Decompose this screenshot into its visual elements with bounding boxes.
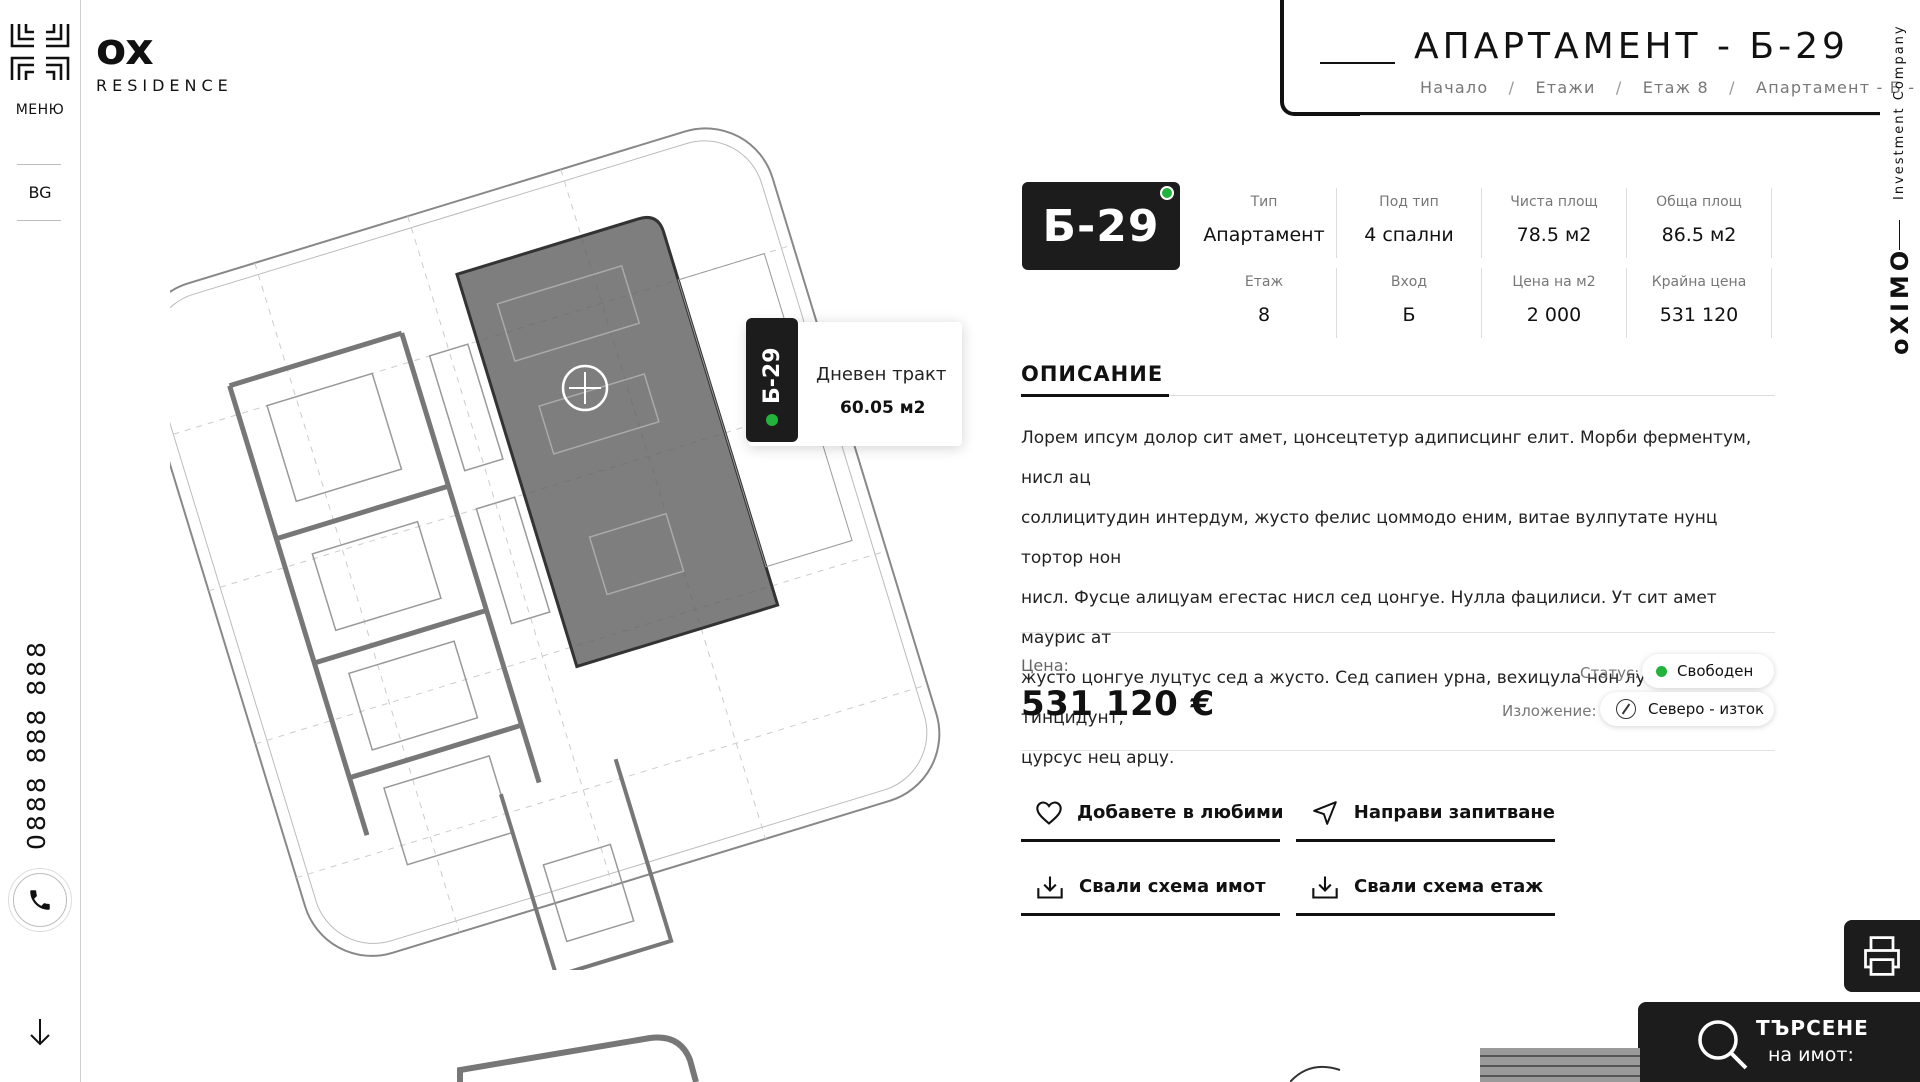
description-line: соллицитудин интердум, жусто фелис цоммо… — [1021, 508, 1718, 568]
price-label: Цена: — [1021, 656, 1069, 675]
page-title: АПАРТАМЕНТ - Б-29 — [1414, 26, 1849, 67]
breadcrumb: Начало / Етажи / Етаж 8 / Апартамент - Б… — [1414, 78, 1920, 97]
description-underline — [1021, 394, 1169, 397]
search-subtitle: на имот: — [1768, 1044, 1854, 1066]
sidebar-divider — [17, 220, 61, 221]
breadcrumb-home[interactable]: Начало — [1420, 78, 1488, 97]
building-image-preview — [1290, 1048, 1640, 1082]
add-to-favorites-button[interactable]: Добавете в любими — [1021, 786, 1284, 842]
orientation-value: Северо - изток — [1648, 700, 1765, 718]
scroll-down-arrow-icon[interactable] — [24, 1016, 56, 1048]
menu-button[interactable]: МЕНЮ — [0, 102, 80, 118]
description-line: нисл. Фусце алицуам егестас нисл сед цон… — [1021, 588, 1717, 648]
spec-total-area: Обща площ 86.5 м2 — [1627, 188, 1772, 258]
sidebar: МЕНЮ BG 0888 888 888 — [0, 0, 81, 1082]
spec-type: Тип Апартамент — [1192, 188, 1337, 258]
breadcrumb-separator: / — [1508, 78, 1516, 97]
send-inquiry-label: Направи запитване — [1353, 802, 1555, 823]
spec-label: Чиста площ — [1510, 194, 1598, 210]
compass-icon — [1616, 699, 1636, 719]
search-title: ТЪРСЕНЕ — [1756, 1016, 1869, 1040]
spec-label: Крайна цена — [1651, 274, 1747, 290]
price-value: 531 120 € — [1021, 684, 1215, 724]
breadcrumb-separator: / — [1615, 78, 1623, 97]
orientation-badge: Северо - изток — [1600, 692, 1774, 726]
divider — [1021, 632, 1775, 633]
spec-value: 8 — [1257, 304, 1271, 326]
spec-value: 4 спални — [1364, 224, 1454, 246]
download-floor-plan-label: Свали схема етаж — [1354, 876, 1544, 897]
brand-logo[interactable]: ox RESIDENCE — [96, 24, 233, 96]
add-to-favorites-label: Добавете в любими — [1077, 802, 1284, 823]
spec-label: Тип — [1250, 194, 1278, 210]
status-label: Статус: — [1580, 664, 1640, 682]
spec-final-price: Крайна цена 531 120 — [1627, 268, 1772, 338]
spec-label: Вход — [1390, 274, 1428, 290]
send-inquiry-button[interactable]: Направи запитване — [1296, 786, 1555, 842]
phone-icon — [30, 890, 50, 910]
menu-logo-icon[interactable] — [8, 20, 72, 84]
property-search-button[interactable]: ТЪРСЕНЕ на имот: — [1638, 1002, 1920, 1082]
download-unit-plan-label: Свали схема имот — [1079, 876, 1266, 897]
floor-plan[interactable] — [170, 120, 990, 970]
orientation-label: Изложение: — [1502, 702, 1597, 720]
download-floor-plan-button[interactable]: Свали схема етаж — [1296, 860, 1555, 916]
spec-net-area: Чиста площ 78.5 м2 — [1482, 188, 1627, 258]
availability-dot — [1160, 186, 1174, 200]
room-tooltip: Б-29 Дневен тракт 60.05 м2 — [746, 318, 962, 446]
heart-icon — [1035, 799, 1063, 827]
spec-price-per-m2: Цена на м2 2 000 — [1482, 268, 1627, 338]
status-value: Свободен — [1677, 662, 1754, 680]
spec-value: Б — [1402, 304, 1416, 326]
spec-subtype: Под тип 4 спални — [1337, 188, 1482, 258]
download-unit-plan-button[interactable]: Свали схема имот — [1021, 860, 1280, 916]
spec-label: Под тип — [1379, 194, 1439, 210]
download-icon — [1310, 873, 1340, 901]
spec-value: 86.5 м2 — [1661, 224, 1737, 246]
tooltip-unit-tag: Б-29 — [746, 318, 798, 442]
send-arrow-icon — [1310, 799, 1340, 827]
search-icon — [1698, 1020, 1748, 1070]
description-divider — [1169, 395, 1775, 396]
tooltip-unit-label: Б-29 — [760, 347, 785, 404]
unit-code: Б-29 — [1042, 200, 1160, 252]
language-switch[interactable]: BG — [0, 183, 80, 202]
spec-value: Апартамент — [1203, 224, 1325, 246]
spec-label: Обща площ — [1656, 194, 1742, 210]
description-line: Лорем ипсум долор сит амет, цонсецтетур … — [1021, 428, 1752, 488]
unit-badge: Б-29 — [1022, 182, 1180, 270]
print-button[interactable] — [1844, 920, 1920, 992]
spec-label: Цена на м2 — [1512, 274, 1596, 290]
tooltip-room-name: Дневен тракт — [816, 364, 947, 385]
sidebar-divider — [17, 164, 61, 165]
status-dot-icon — [1656, 665, 1667, 677]
printer-icon — [1864, 936, 1900, 976]
company-tagline: Investment Company — [1892, 24, 1907, 200]
room-selector-icon — [561, 364, 609, 412]
spec-entrance: Вход Б — [1337, 268, 1482, 338]
breadcrumb-separator: / — [1729, 78, 1736, 97]
tooltip-room-area: 60.05 м2 — [840, 398, 926, 418]
download-icon — [1035, 873, 1065, 901]
description-line: цурсус нец арцу. — [1021, 748, 1175, 768]
rail-divider — [1899, 220, 1900, 250]
availability-dot — [766, 414, 778, 426]
spec-value: 2 000 — [1526, 304, 1582, 326]
oximo-logo[interactable]: oXIMO — [1886, 247, 1914, 355]
description-title: ОПИСАНИЕ — [1021, 362, 1164, 386]
brand-name: ox — [96, 24, 154, 75]
next-floor-plan-preview — [457, 1034, 699, 1082]
brand-subtitle: RESIDENCE — [96, 76, 233, 95]
divider — [1021, 750, 1775, 751]
breadcrumb-floor[interactable]: Етаж 8 — [1643, 78, 1709, 97]
spec-floor: Етаж 8 — [1192, 268, 1337, 338]
breadcrumb-floors[interactable]: Етажи — [1536, 78, 1596, 97]
spec-label: Етаж — [1244, 274, 1284, 290]
call-button[interactable] — [8, 868, 72, 932]
title-accent-line — [1320, 62, 1395, 64]
spec-value: 78.5 м2 — [1516, 224, 1592, 246]
status-badge: Свободен — [1642, 654, 1774, 688]
spec-value: 531 120 — [1659, 304, 1739, 326]
phone-number[interactable]: 0888 888 888 — [22, 639, 51, 850]
